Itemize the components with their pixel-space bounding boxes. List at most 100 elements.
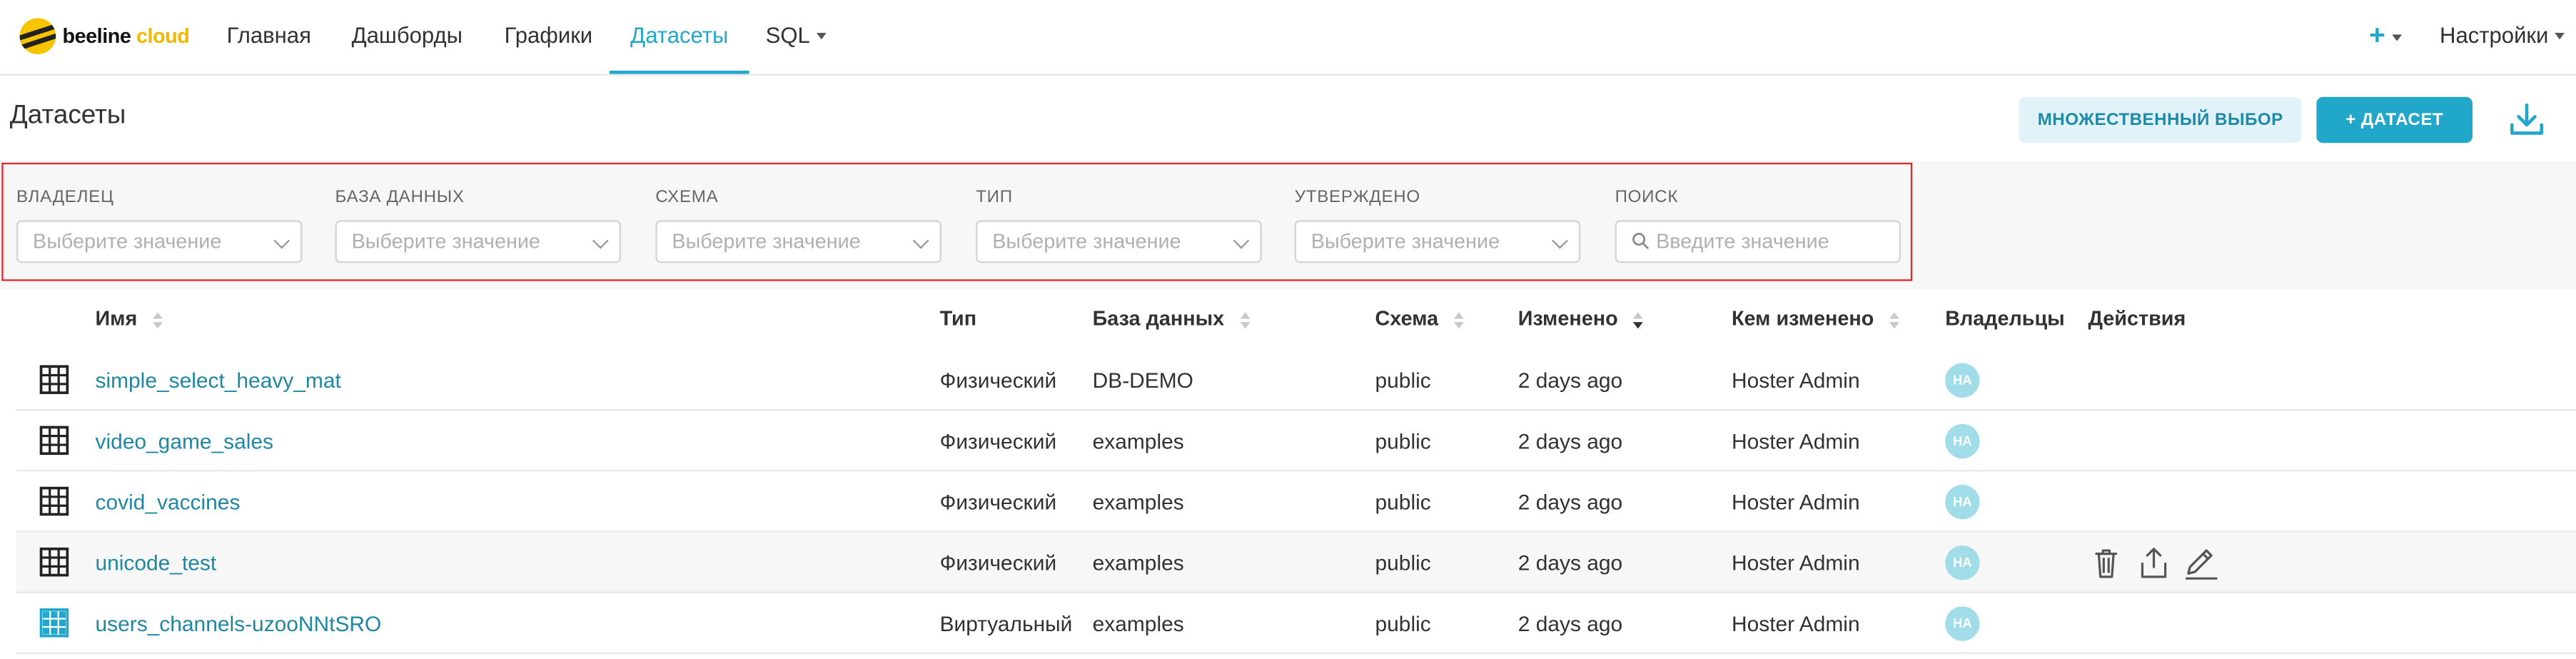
select-placeholder: Выберите значение xyxy=(1310,230,1500,253)
column-header-name[interactable]: Имя xyxy=(95,307,163,331)
dataset-database: examples xyxy=(1092,428,1184,454)
chevron-down-icon xyxy=(273,232,291,249)
column-header-label: Изменено xyxy=(1517,307,1618,331)
nav-dashboards[interactable]: Дашборды xyxy=(352,0,463,74)
column-header-actions: Действия xyxy=(2088,307,2186,331)
column-header-label: Кем изменено xyxy=(1731,307,1874,331)
dataset-changed-by: Hoster Admin xyxy=(1731,611,1860,636)
dataset-changed: 2 days ago xyxy=(1517,428,1623,454)
chevron-down-icon xyxy=(912,232,929,249)
top-navbar: beeline cloud Главная Дашборды Графики Д… xyxy=(0,0,2576,76)
nav-home[interactable]: Главная xyxy=(227,0,311,74)
download-icon[interactable] xyxy=(2507,100,2546,139)
dataset-schema: public xyxy=(1375,368,1431,393)
brand-name-main: beeline xyxy=(62,24,131,48)
dataset-name-link[interactable]: unicode_test xyxy=(95,533,216,593)
brand-name-accent: cloud xyxy=(136,24,190,48)
filter-schema: СХЕМА Выберите значение xyxy=(655,187,941,263)
column-header-owners: Владельцы xyxy=(1945,307,2065,331)
owner-avatar[interactable]: HA xyxy=(1945,545,1980,580)
nav-sql[interactable]: SQL xyxy=(766,0,827,74)
dataset-changed: 2 days ago xyxy=(1517,368,1623,393)
select-placeholder: Выберите значение xyxy=(992,230,1181,253)
add-dataset-button[interactable]: + ДАТАСЕТ xyxy=(2316,96,2473,144)
dataset-changed: 2 days ago xyxy=(1517,611,1623,636)
dataset-type: Физический xyxy=(939,368,1057,393)
table-row[interactable]: simple_select_heavy_mat Физический DB-DE… xyxy=(16,350,2576,411)
dataset-type: Виртуальный xyxy=(939,611,1073,636)
dataset-schema: public xyxy=(1375,611,1431,636)
dataset-changed-by: Hoster Admin xyxy=(1731,489,1860,515)
certified-select[interactable]: Выберите значение xyxy=(1294,220,1581,263)
column-header-schema[interactable]: Схема xyxy=(1375,307,1464,331)
column-header-changed[interactable]: Изменено xyxy=(1517,307,1644,331)
search-placeholder: Введите значение xyxy=(1656,230,1829,253)
filter-label: БАЗА ДАННЫХ xyxy=(335,187,465,208)
table-row[interactable]: video_game_sales Физический examples pub… xyxy=(16,411,2576,472)
chevron-down-icon xyxy=(2392,34,2402,41)
owner-avatar[interactable]: HA xyxy=(1945,485,1980,520)
owner-avatar[interactable]: HA xyxy=(1945,423,1980,459)
nav-charts[interactable]: Графики xyxy=(505,0,593,74)
schema-select[interactable]: Выберите значение xyxy=(655,220,941,263)
dataset-type: Физический xyxy=(939,550,1057,575)
settings-label: Настройки xyxy=(2440,23,2549,48)
table-row[interactable]: users_channels-uzooNNtSRO Виртуальный ex… xyxy=(16,593,2576,655)
filter-label: ТИП xyxy=(976,187,1013,208)
dataset-schema: public xyxy=(1375,550,1431,575)
chevron-down-icon xyxy=(816,34,827,41)
column-header-database[interactable]: База данных xyxy=(1092,307,1250,331)
dataset-changed: 2 days ago xyxy=(1517,550,1623,575)
dataset-name-link[interactable]: simple_select_heavy_mat xyxy=(95,350,340,411)
table-row[interactable]: covid_vaccines Физический examples publi… xyxy=(16,472,2576,533)
type-select[interactable]: Выберите значение xyxy=(976,220,1262,263)
owner-select[interactable]: Выберите значение xyxy=(16,220,303,263)
page-title: Датасеты xyxy=(9,101,126,130)
database-select[interactable]: Выберите значение xyxy=(335,220,622,263)
settings-menu[interactable]: Настройки xyxy=(2440,0,2565,74)
column-header-changed-by[interactable]: Кем изменено xyxy=(1731,307,1899,331)
new-menu[interactable]: + xyxy=(2369,20,2402,53)
filter-label: УТВЕРЖДЕНО xyxy=(1294,187,1420,208)
select-placeholder: Выберите значение xyxy=(672,230,861,253)
dataset-type: Физический xyxy=(939,489,1057,515)
column-header-label: Имя xyxy=(95,307,138,331)
dataset-changed: 2 days ago xyxy=(1517,489,1623,515)
search-icon xyxy=(1632,233,1649,250)
search-input[interactable]: Введите значение xyxy=(1615,220,1901,263)
table-grid-icon xyxy=(39,547,69,577)
column-header-label: База данных xyxy=(1092,307,1225,331)
filter-label: ВЛАДЕЛЕЦ xyxy=(16,187,114,208)
nav-datasets[interactable]: Датасеты xyxy=(609,0,749,74)
dataset-name-link[interactable]: covid_vaccines xyxy=(95,472,240,533)
dataset-database: examples xyxy=(1092,611,1184,636)
brand-logo[interactable]: beeline cloud xyxy=(19,16,190,56)
dataset-name-link[interactable]: video_game_sales xyxy=(95,411,273,471)
chevron-down-icon xyxy=(1233,232,1250,249)
table-row-hovered[interactable]: unicode_test Физический examples public … xyxy=(16,532,2576,593)
dataset-changed-by: Hoster Admin xyxy=(1731,550,1860,575)
filter-certified: УТВЕРЖДЕНО Выберите значение xyxy=(1294,187,1581,263)
pencil-icon[interactable] xyxy=(2182,545,2221,582)
select-placeholder: Выберите значение xyxy=(351,230,540,253)
sort-icon xyxy=(1453,311,1464,328)
owner-avatar[interactable]: HA xyxy=(1945,363,1980,398)
dataset-database: examples xyxy=(1092,489,1184,515)
dataset-schema: public xyxy=(1375,489,1431,515)
filter-label: ПОИСК xyxy=(1615,187,1679,208)
owner-avatar[interactable]: HA xyxy=(1945,606,1980,641)
trash-icon[interactable] xyxy=(2090,545,2126,582)
dataset-name-link[interactable]: users_channels-uzooNNtSRO xyxy=(95,593,381,654)
share-icon[interactable] xyxy=(2136,545,2172,582)
row-actions xyxy=(2090,545,2221,582)
table-grid-icon xyxy=(39,365,69,394)
dataset-type: Физический xyxy=(939,428,1057,454)
table-grid-icon xyxy=(39,426,69,456)
nav-sql-label: SQL xyxy=(765,23,810,48)
filter-database: БАЗА ДАННЫХ Выберите значение xyxy=(335,187,622,263)
virtual-table-grid-icon xyxy=(39,608,69,638)
sort-desc-icon xyxy=(1633,311,1644,328)
dataset-changed-by: Hoster Admin xyxy=(1731,428,1860,454)
bulk-select-button[interactable]: МНОЖЕСТВЕННЫЙ ВЫБОР xyxy=(2019,96,2302,144)
column-header-label: Схема xyxy=(1375,307,1439,331)
